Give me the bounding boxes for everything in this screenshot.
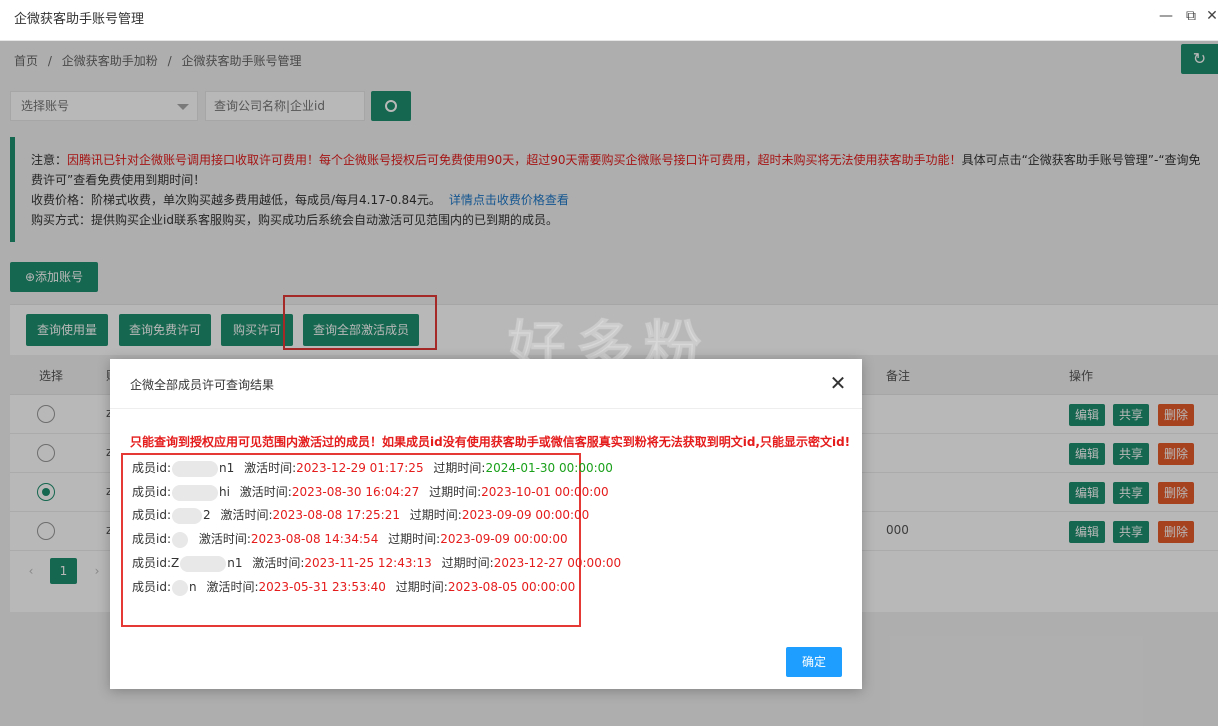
close-window-icon[interactable]: ✕ xyxy=(1202,6,1218,26)
redacted-id xyxy=(172,531,188,548)
minimize-icon[interactable]: — xyxy=(1156,6,1176,26)
redacted-id xyxy=(172,460,218,477)
member-row: 成员id: 激活时间:2023-08-08 14:34:54 过期时间:2023… xyxy=(132,531,568,548)
active-time: 2023-08-30 16:04:27 xyxy=(291,485,420,499)
license-result-dialog: 企微全部成员许可查询结果 ✕ 只能查询到授权应用可见范围内激活过的成员！如果成员… xyxy=(110,359,862,689)
expire-time: 2023-09-09 00:00:00 xyxy=(440,532,568,546)
dialog-warning: 只能查询到授权应用可见范围内激活过的成员！如果成员id没有使用获客助手或微信客服… xyxy=(130,435,851,449)
expire-time: 2023-08-05 00:00:00 xyxy=(447,580,576,594)
confirm-button[interactable]: 确定 xyxy=(786,647,842,677)
member-row: 成员id: n 激活时间:2023-05-31 23:53:40 过期时间:202… xyxy=(132,579,576,596)
member-row: 成员id: 2 激活时间:2023-08-08 17:25:21 过期时间:202… xyxy=(132,507,590,524)
active-time: 2023-08-08 17:25:21 xyxy=(272,508,400,522)
redacted-id xyxy=(172,507,202,524)
dialog-title: 企微全部成员许可查询结果 xyxy=(130,378,275,392)
expire-time: 2023-12-27 00:00:00 xyxy=(493,556,622,570)
redacted-id xyxy=(172,579,188,596)
member-row: 成员id: hi 激活时间:2023-08-30 16:04:27 过期时间:20… xyxy=(132,484,609,501)
members-list: 成员id: n1 激活时间:2023-12-29 01:17:25 过期时间:20… xyxy=(121,453,621,627)
redacted-id xyxy=(172,484,218,501)
dialog-header: 企微全部成员许可查询结果 ✕ xyxy=(110,359,862,409)
active-time: 2023-11-25 12:43:13 xyxy=(304,556,432,570)
window-title: 企微获客助手账号管理 xyxy=(14,12,145,27)
active-time: 2023-05-31 23:53:40 xyxy=(258,580,386,594)
expire-time: 2023-09-09 00:00:00 xyxy=(461,508,590,522)
active-time: 2023-12-29 01:17:25 xyxy=(296,461,424,475)
member-row: 成员id:Z n1 激活时间:2023-11-25 12:43:13 过期时间:2… xyxy=(132,555,622,572)
window-titlebar: 企微获客助手账号管理 — ⧉ ✕ xyxy=(0,0,1218,41)
close-icon[interactable]: ✕ xyxy=(828,371,848,395)
expire-time: 2023-10-01 00:00:00 xyxy=(481,485,609,499)
redacted-id xyxy=(180,555,227,572)
member-row: 成员id: n1 激活时间:2023-12-29 01:17:25 过期时间:20… xyxy=(132,460,613,477)
active-time: 2023-08-08 14:34:54 xyxy=(250,532,379,546)
expire-time: 2024-01-30 00:00:00 xyxy=(485,461,613,475)
maximize-icon[interactable]: ⧉ xyxy=(1181,6,1201,26)
